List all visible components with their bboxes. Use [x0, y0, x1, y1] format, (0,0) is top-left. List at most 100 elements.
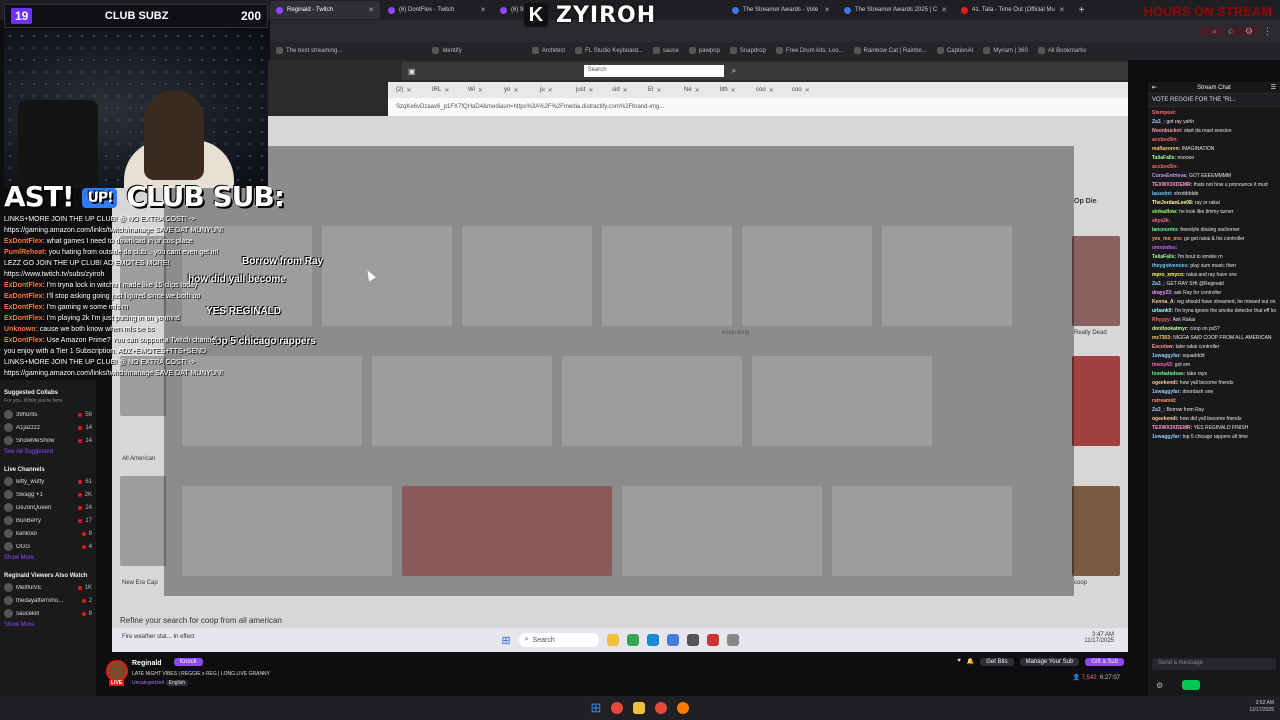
chrome-icon[interactable]	[626, 634, 639, 646]
chat-username[interactable]: CurseEntrieva:	[1152, 173, 1188, 179]
image-result[interactable]	[1072, 486, 1120, 576]
collapse-icon[interactable]: ⇤	[1152, 84, 1157, 91]
close-icon[interactable]: ✕	[941, 6, 947, 14]
chat-username[interactable]: mpro_xmyco:	[1152, 272, 1185, 278]
chat-points-button[interactable]	[1182, 680, 1200, 690]
chat-username[interactable]: 1swaggyfar:	[1152, 353, 1181, 359]
bookmark-7[interactable]: Free Drum kits, Loo...	[775, 47, 844, 55]
chat-username[interactable]: lovebatsdeas:	[1152, 371, 1185, 377]
browser-tab-1[interactable]: (6) DontFlex - Twitch ✕	[382, 1, 492, 19]
close-icon[interactable]: ✕	[588, 87, 593, 94]
bookmark-9[interactable]: CaptionAI	[936, 47, 973, 55]
follow-button[interactable]: Knock	[174, 658, 203, 666]
file-explorer-icon[interactable]	[633, 702, 646, 714]
browser-tab-4[interactable]: The Streamer Awards 2025 | C ✕	[838, 1, 953, 19]
chat-username[interactable]: sinkadlow:	[1152, 209, 1178, 215]
chat-username[interactable]: TEXWX3XDEMR:	[1152, 182, 1192, 188]
chat-username[interactable]: dontlookatmyr:	[1152, 326, 1188, 332]
close-icon[interactable]: ✕	[656, 87, 661, 94]
get-bits-button[interactable]: Get Bits	[980, 658, 1014, 666]
streamer-avatar[interactable]	[106, 660, 128, 682]
chat-username[interactable]: Rhyyyy:	[1152, 317, 1171, 323]
chat-username[interactable]: yes_mo_mo:	[1152, 236, 1183, 242]
users-icon[interactable]: ☰	[1271, 84, 1276, 91]
close-icon[interactable]: ✕	[406, 87, 411, 94]
bookmark-1[interactable]: Identify	[432, 47, 462, 55]
bookmark-8[interactable]: Rainbow Cat | Rainbo...	[853, 47, 927, 55]
show-more-link[interactable]: Show More	[0, 620, 96, 630]
app-icon[interactable]	[706, 634, 719, 646]
chat-username[interactable]: Kenna_A:	[1152, 299, 1175, 305]
heart-icon[interactable]: ♥	[957, 658, 961, 666]
chat-username[interactable]: drayy23:	[1152, 290, 1173, 296]
chat-username[interactable]: theygotvenoes:	[1152, 263, 1189, 269]
sidebar-channel[interactable]: BunBerry 17	[0, 514, 96, 527]
shared-tab[interactable]: Ne ✕	[680, 87, 714, 94]
close-icon[interactable]: ✕	[805, 87, 810, 94]
image-result[interactable]	[1072, 236, 1120, 326]
chat-username[interactable]: mafiaxoren:	[1152, 146, 1180, 152]
chat-username[interactable]: Za3_:	[1152, 407, 1165, 413]
chat-username[interactable]: TEXWX3XDEMR:	[1152, 425, 1192, 431]
image-result[interactable]	[322, 226, 452, 326]
chrome-icon[interactable]	[611, 702, 624, 714]
windows-start-icon[interactable]: ⊞	[591, 700, 602, 716]
close-icon[interactable]: ✕	[623, 87, 628, 94]
close-icon[interactable]: ✕	[478, 87, 483, 94]
bookmark-6[interactable]: Snapdrop	[729, 47, 766, 55]
chat-username[interactable]: Za3_:	[1152, 119, 1165, 125]
bookmark-11[interactable]: All Bookmarks	[1037, 47, 1086, 55]
sidebar-channel[interactable]: lefty_wuffy 61	[0, 475, 96, 488]
bookmark-10[interactable]: Myriam | 360	[983, 47, 1028, 55]
sidebar-channel[interactable]: 39hunts 56	[0, 408, 96, 421]
sidebar-channel[interactable]: A1jazzzz 14	[0, 421, 96, 434]
chat-username[interactable]: TaliaFalls:	[1152, 254, 1176, 260]
browser-tab-3[interactable]: The Streamer Awards - Vote ✕	[726, 1, 836, 19]
image-result[interactable]	[462, 226, 592, 326]
edge-icon[interactable]	[646, 634, 659, 646]
close-icon[interactable]: ✕	[695, 87, 700, 94]
shared-tab[interactable]: Wi ✕	[464, 87, 498, 94]
shared-tab[interactable]: sid ✕	[608, 87, 642, 94]
image-result[interactable]	[752, 356, 932, 446]
chat-input[interactable]: Send a message	[1152, 658, 1276, 670]
pinned-message[interactable]: VOTE REGGIE FOR THE "RI...	[1148, 94, 1280, 107]
chat-username[interactable]: urbank0:	[1152, 308, 1173, 314]
manage-sub-button[interactable]: Manage Your Sub	[1019, 658, 1080, 666]
close-icon[interactable]: ✕	[1059, 6, 1065, 14]
bookmark-0[interactable]: The best streaming...	[276, 47, 342, 55]
chat-username[interactable]: Za3_:	[1152, 281, 1165, 287]
chat-username[interactable]: Escotow:	[1152, 344, 1174, 350]
shared-tab[interactable]: IRL ✕	[428, 87, 462, 94]
refine-search-text[interactable]: Refine your search for coop from all ame…	[120, 616, 282, 625]
close-icon[interactable]: ✕	[368, 6, 374, 14]
store-icon[interactable]	[666, 634, 679, 646]
chrome-icon[interactable]	[655, 702, 668, 714]
show-more-link[interactable]: Show More	[0, 553, 96, 563]
chat-username[interactable]: skye2k:	[1152, 218, 1170, 224]
windows-start-icon[interactable]: ⊞	[501, 634, 510, 647]
sidebar-channel[interactable]: thedayafterroho... 2	[0, 594, 96, 607]
shared-url-bar[interactable]: SzqKe6vDzaav6_p1FX7fQHaD4&mediaurl=https…	[388, 98, 1128, 116]
shared-tab[interactable]: coo ✕	[752, 87, 786, 94]
shared-tab[interactable]: El ✕	[644, 87, 678, 94]
new-tab-button[interactable]: +	[1073, 5, 1091, 16]
taskbar-search-input[interactable]: ⌕ Search	[518, 633, 599, 647]
chat-username[interactable]: ogeekendi:	[1152, 416, 1178, 422]
chat-username[interactable]: rstreamid:	[1152, 398, 1176, 404]
sidebar-channel[interactable]: Swagg +1 2K	[0, 488, 96, 501]
close-icon[interactable]: ✕	[444, 87, 449, 94]
settings-icon[interactable]: ⚙	[1156, 681, 1163, 690]
gift-sub-button[interactable]: Gift a Sub	[1085, 658, 1124, 666]
sidebar-channel[interactable]: MeltfulVE 1K	[0, 581, 96, 594]
bookmark-3[interactable]: FL Studio Keyboard...	[575, 47, 643, 55]
shared-tab[interactable]: lith ✕	[716, 87, 750, 94]
image-result[interactable]	[120, 476, 166, 566]
shared-tab[interactable]: ju ✕	[536, 87, 570, 94]
image-result[interactable]	[562, 356, 742, 446]
close-icon[interactable]: ✕	[769, 87, 774, 94]
bookmark-4[interactable]: sauce	[652, 47, 679, 55]
shared-tab[interactable]: just ✕	[572, 87, 606, 94]
image-result[interactable]	[742, 226, 872, 326]
image-result[interactable]	[832, 486, 1012, 576]
